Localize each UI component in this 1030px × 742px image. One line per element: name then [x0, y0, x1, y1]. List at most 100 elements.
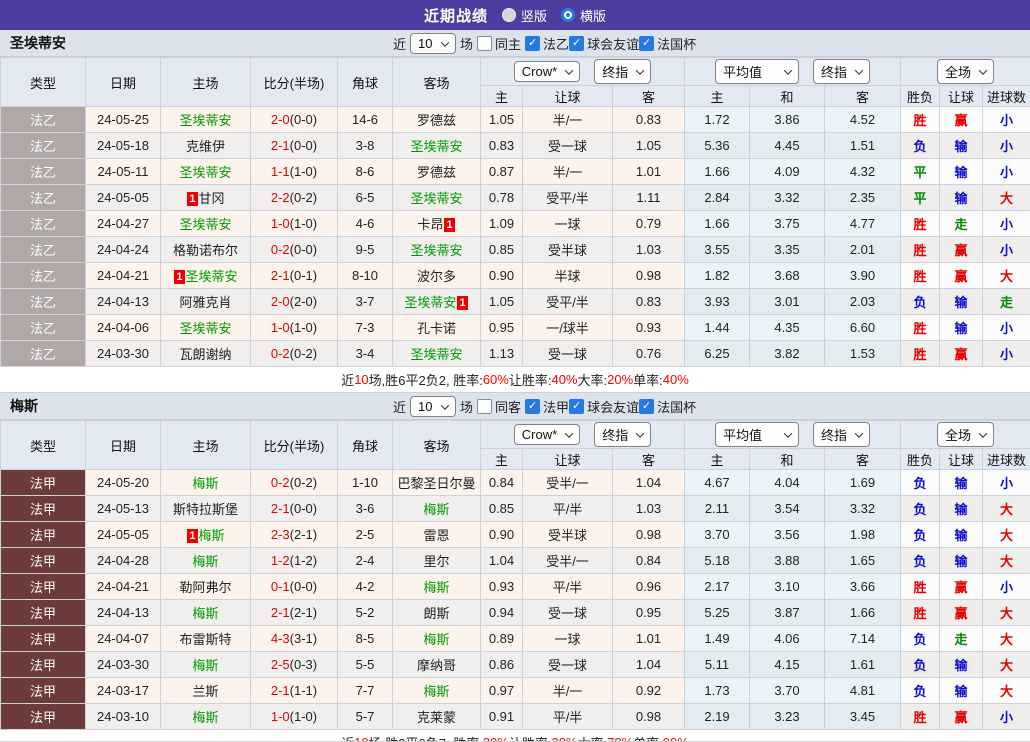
- match-result-cell: 负: [901, 522, 940, 548]
- match-result-cell: 胜: [901, 237, 940, 263]
- team-link[interactable]: 梅斯: [423, 632, 449, 647]
- goals-result-cell: 大: [983, 522, 1030, 548]
- handicap-result-cell: 赢: [940, 600, 983, 626]
- checkbox-checked-icon[interactable]: ✓: [569, 399, 584, 414]
- match-row: 法甲24-03-17兰斯2-1(1-1)7-7梅斯0.97半/一0.921.73…: [1, 678, 1030, 704]
- home-team-cell: 梅斯: [161, 704, 251, 730]
- checkbox-checked-icon[interactable]: ✓: [525, 36, 540, 51]
- bookmaker-select[interactable]: Crow*: [514, 61, 580, 82]
- team-link[interactable]: 圣埃蒂安: [179, 217, 231, 232]
- team-link: 孔卡诺: [417, 321, 456, 336]
- layout-radio-vertical[interactable]: 竖版: [502, 6, 547, 25]
- scope-select[interactable]: 全场: [937, 59, 994, 84]
- goals-result-cell: 走: [983, 289, 1030, 315]
- summary-stat-value: 70%: [607, 735, 633, 742]
- home-team-cell: 兰斯: [161, 678, 251, 704]
- away-team-cell: 罗德兹: [393, 107, 481, 133]
- away-team-cell: 圣埃蒂安: [393, 341, 481, 367]
- final-odds-select[interactable]: 终指: [813, 422, 870, 447]
- scope-select[interactable]: 全场: [937, 422, 994, 447]
- fulltime-score: 1-0: [271, 216, 290, 231]
- handicap-result-cell: 输: [940, 652, 983, 678]
- match-result-cell: 胜: [901, 704, 940, 730]
- team-link[interactable]: 梅斯: [423, 580, 449, 595]
- league-checkbox[interactable]: ✓法国杯: [639, 34, 696, 53]
- halftime-score: (0-2): [290, 190, 317, 205]
- sub-col-header-客: 客: [613, 86, 685, 107]
- avg-draw-odds-cell: 4.15: [750, 652, 825, 678]
- final-odds-select[interactable]: 终指: [594, 422, 651, 447]
- team-link[interactable]: 圣埃蒂安: [410, 139, 462, 154]
- league-cell: 法乙: [1, 289, 86, 315]
- team-link[interactable]: 圣埃蒂安: [179, 165, 231, 180]
- team-link[interactable]: 梅斯: [192, 554, 218, 569]
- team-link[interactable]: 梅斯: [199, 528, 225, 543]
- match-count-select[interactable]: 10: [410, 396, 456, 417]
- league-checkbox[interactable]: ✓法甲: [525, 397, 569, 416]
- avg-away-odds-cell: 2.03: [825, 289, 901, 315]
- team-link: 罗德兹: [417, 165, 456, 180]
- final-odds-select[interactable]: 终指: [813, 59, 870, 84]
- away-team-cell: 梅斯: [393, 574, 481, 600]
- handicap-result-cell: 走: [940, 626, 983, 652]
- checkbox-checked-icon[interactable]: ✓: [639, 36, 654, 51]
- same-venue-checkbox[interactable]: 同客: [477, 397, 521, 416]
- goals-result-cell: 小: [983, 159, 1030, 185]
- team-link[interactable]: 圣埃蒂安: [179, 113, 231, 128]
- match-result-cell: 胜: [901, 341, 940, 367]
- summary-text: 场,胜3平0负7, 胜率:: [369, 733, 483, 742]
- radio-label: 竖版: [521, 6, 547, 25]
- league-checkbox[interactable]: ✓球会友谊: [569, 397, 639, 416]
- avg-away-odds-cell: 1.98: [825, 522, 901, 548]
- handicap-line-cell: 受半/一: [523, 470, 613, 496]
- bookmaker-select[interactable]: Crow*: [514, 424, 580, 445]
- handicap-line-cell: 平/半: [523, 496, 613, 522]
- checkbox-unchecked-icon[interactable]: [477, 399, 492, 414]
- radio-unselected-icon[interactable]: [502, 8, 516, 22]
- checkbox-checked-icon[interactable]: ✓: [569, 36, 584, 51]
- handicap-home-odds-cell: 0.85: [481, 496, 523, 522]
- red-card-badge: 1: [444, 218, 454, 232]
- home-team-cell: 阿雅克肖: [161, 289, 251, 315]
- same-venue-checkbox[interactable]: 同主: [477, 34, 521, 53]
- average-select[interactable]: 平均值: [715, 59, 799, 84]
- layout-radio-horizontal[interactable]: 横版: [561, 6, 606, 25]
- team-link: 布雷斯特: [179, 632, 231, 647]
- corners-cell: 4-2: [338, 574, 393, 600]
- home-team-cell: 圣埃蒂安: [161, 107, 251, 133]
- team-link[interactable]: 圣埃蒂安: [404, 295, 456, 310]
- team-link: 瓦朗谢纳: [179, 347, 231, 362]
- league-checkbox[interactable]: ✓球会友谊: [569, 34, 639, 53]
- team-link[interactable]: 梅斯: [192, 658, 218, 673]
- match-result-cell: 负: [901, 496, 940, 522]
- team-link[interactable]: 梅斯: [423, 684, 449, 699]
- final-odds-select[interactable]: 终指: [594, 59, 651, 84]
- team-link[interactable]: 梅斯: [423, 502, 449, 517]
- average-select[interactable]: 平均值: [715, 422, 799, 447]
- league-checkbox[interactable]: ✓法国杯: [639, 397, 696, 416]
- team-link[interactable]: 圣埃蒂安: [186, 269, 238, 284]
- match-result-cell: 负: [901, 133, 940, 159]
- team-link[interactable]: 圣埃蒂安: [410, 243, 462, 258]
- avg-home-odds-cell: 3.70: [685, 522, 750, 548]
- radio-selected-icon[interactable]: [561, 8, 575, 22]
- team-link[interactable]: 梅斯: [192, 710, 218, 725]
- team-link[interactable]: 圣埃蒂安: [410, 191, 462, 206]
- avg-draw-odds-cell: 3.32: [750, 185, 825, 211]
- match-count-select[interactable]: 10: [410, 33, 456, 54]
- league-checkbox[interactable]: ✓法乙: [525, 34, 569, 53]
- checkbox-checked-icon[interactable]: ✓: [525, 399, 540, 414]
- team-link[interactable]: 梅斯: [192, 476, 218, 491]
- col-header-corners: 角球: [338, 58, 393, 107]
- team-link[interactable]: 圣埃蒂安: [410, 347, 462, 362]
- avg-home-odds-cell: 6.25: [685, 341, 750, 367]
- score-cell: 1-2(1-2): [251, 548, 338, 574]
- checkbox-unchecked-icon[interactable]: [477, 36, 492, 51]
- avg-draw-odds-cell: 3.82: [750, 341, 825, 367]
- match-row: 法乙24-05-051甘冈2-2(0-2)6-5圣埃蒂安0.78受平/半1.11…: [1, 185, 1030, 211]
- team-link[interactable]: 梅斯: [192, 606, 218, 621]
- match-result-cell: 胜: [901, 600, 940, 626]
- checkbox-checked-icon[interactable]: ✓: [639, 399, 654, 414]
- team-link[interactable]: 圣埃蒂安: [179, 321, 231, 336]
- team-link: 里尔: [423, 554, 449, 569]
